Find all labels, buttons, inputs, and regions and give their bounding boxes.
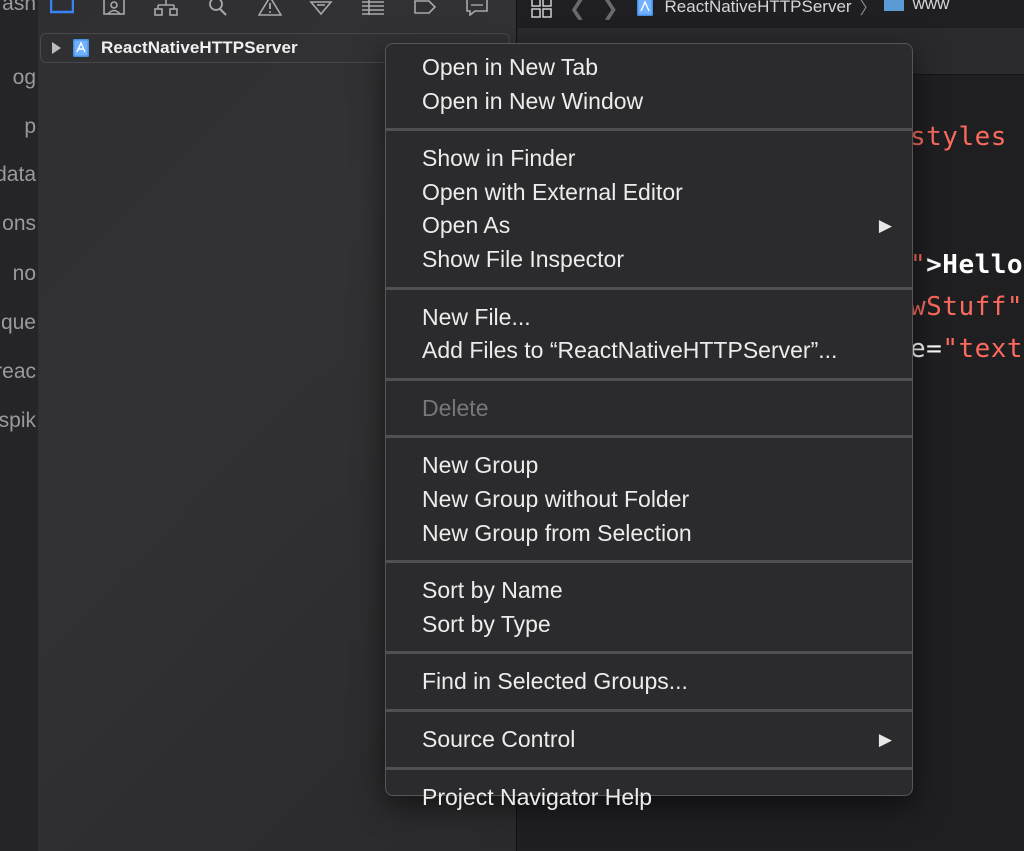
navigator-toolbar: [38, 0, 516, 22]
menu-item-label: New Group from Selection: [422, 519, 692, 546]
menu-item-label: Project Navigator Help: [422, 783, 653, 810]
report-icon[interactable]: [464, 0, 489, 18]
menu-item-sort-by-name[interactable]: Sort by Name: [386, 574, 912, 608]
menu-item-open-as[interactable]: Open As ▶: [386, 209, 912, 243]
menu-item-label: Open in New Window: [422, 87, 644, 114]
menu-item-label: Find in Selected Groups...: [422, 668, 688, 695]
menu-item-delete: Delete: [386, 392, 912, 426]
menu-separator: [386, 766, 912, 770]
menu-separator: [386, 128, 912, 132]
left-fragment[interactable]: ash: [2, 0, 36, 16]
menu-separator: [386, 286, 912, 290]
submenu-arrow-icon: ▶: [878, 216, 892, 236]
menu-item-label: New Group: [422, 452, 539, 479]
menu-item-label: Sort by Type: [422, 610, 551, 637]
symbol-navigator-icon[interactable]: [154, 0, 179, 18]
project-navigator-icon[interactable]: [50, 0, 75, 18]
find-icon[interactable]: [205, 0, 230, 18]
menu-item-show-in-finder[interactable]: Show in Finder: [386, 142, 912, 176]
menu-item-find-in-selected-groups[interactable]: Find in Selected Groups...: [386, 665, 912, 699]
jump-bar: ❮ ❯ ReactNativeHTTPServer 〉 www: [517, 0, 1024, 28]
menu-item-show-file-inspector[interactable]: Show File Inspector: [386, 243, 912, 277]
menu-item-open-with-external-editor[interactable]: Open with External Editor: [386, 176, 912, 210]
back-button[interactable]: ❮: [569, 0, 586, 21]
code-fragment: ">Hello: [910, 250, 1024, 280]
menu-item-label: Open As: [422, 212, 511, 239]
menu-item-add-files[interactable]: Add Files to “ReactNativeHTTPServer”...: [386, 334, 912, 368]
context-menu: Open in New Tab Open in New Window Show …: [385, 43, 913, 810]
menu-separator: [386, 435, 912, 439]
menu-item-label: Delete: [422, 394, 489, 421]
menu-item-label: Open with External Editor: [422, 178, 683, 205]
folder-icon: [883, 0, 904, 11]
forward-button[interactable]: ❯: [602, 0, 619, 21]
menu-item-project-navigator-help[interactable]: Project Navigator Help: [386, 781, 912, 815]
menu-separator: [386, 708, 912, 712]
left-fragment[interactable]: data: [0, 163, 36, 187]
menu-item-label: Show in Finder: [422, 145, 576, 172]
menu-item-label: Open in New Tab: [422, 54, 599, 80]
menu-item-source-control[interactable]: Source Control ▶: [386, 723, 912, 757]
xcode-project-icon: [636, 0, 653, 16]
left-fragment[interactable]: reac: [0, 360, 36, 384]
menu-item-label: Show File Inspector: [422, 245, 624, 272]
left-fragment[interactable]: spik: [0, 409, 36, 433]
menu-item-label: Source Control: [422, 725, 576, 752]
menu-separator: [386, 651, 912, 655]
jumpbar-folder[interactable]: www: [883, 0, 950, 14]
jumpbar-project[interactable]: ReactNativeHTTPServer 〉: [635, 0, 877, 19]
code-fragment: e="text: [910, 334, 1024, 364]
disclosure-triangle-icon[interactable]: [49, 41, 63, 55]
debug-icon[interactable]: [361, 0, 386, 18]
jumpbar-folder-label: www: [912, 0, 950, 13]
test-icon[interactable]: [309, 0, 334, 18]
left-fragment[interactable]: que: [1, 311, 36, 335]
code-fragment: wStuff": [910, 292, 1024, 322]
issue-icon[interactable]: [257, 0, 282, 18]
menu-separator: [386, 560, 912, 564]
source-control-icon[interactable]: [102, 0, 127, 18]
chevron-right-icon: 〉: [859, 0, 877, 18]
left-window-column: ash og p data ons no que reac spik: [0, 0, 39, 851]
breakpoint-icon[interactable]: [412, 0, 437, 18]
left-fragment[interactable]: og: [13, 66, 36, 90]
project-name: ReactNativeHTTPServer: [101, 38, 298, 57]
menu-item-new-group[interactable]: New Group: [386, 449, 912, 483]
menu-separator: [386, 377, 912, 381]
menu-item-open-in-new-window[interactable]: Open in New Window: [386, 85, 912, 119]
menu-item-label: New Group without Folder: [422, 485, 690, 512]
menu-item-new-file[interactable]: New File...: [386, 301, 912, 335]
menu-item-label: Sort by Name: [422, 577, 563, 604]
menu-item-new-group-without-folder[interactable]: New Group without Folder: [386, 483, 912, 517]
xcode-project-icon: [73, 39, 89, 57]
jumpbar-project-label: ReactNativeHTTPServer: [664, 0, 852, 16]
code-fragment: styles: [910, 122, 1007, 152]
left-fragment[interactable]: no: [13, 262, 36, 286]
menu-item-label: Add Files to “ReactNativeHTTPServer”...: [422, 337, 838, 364]
left-fragment[interactable]: ons: [2, 212, 36, 236]
menu-item-sort-by-type[interactable]: Sort by Type: [386, 608, 912, 642]
related-items-icon[interactable]: [531, 0, 553, 18]
submenu-arrow-icon: ▶: [878, 729, 892, 749]
menu-item-new-group-from-selection[interactable]: New Group from Selection: [386, 517, 912, 551]
left-fragment[interactable]: p: [24, 115, 36, 139]
menu-item-open-in-new-tab[interactable]: Open in New Tab: [386, 51, 912, 85]
menu-item-label: New File...: [422, 303, 531, 330]
